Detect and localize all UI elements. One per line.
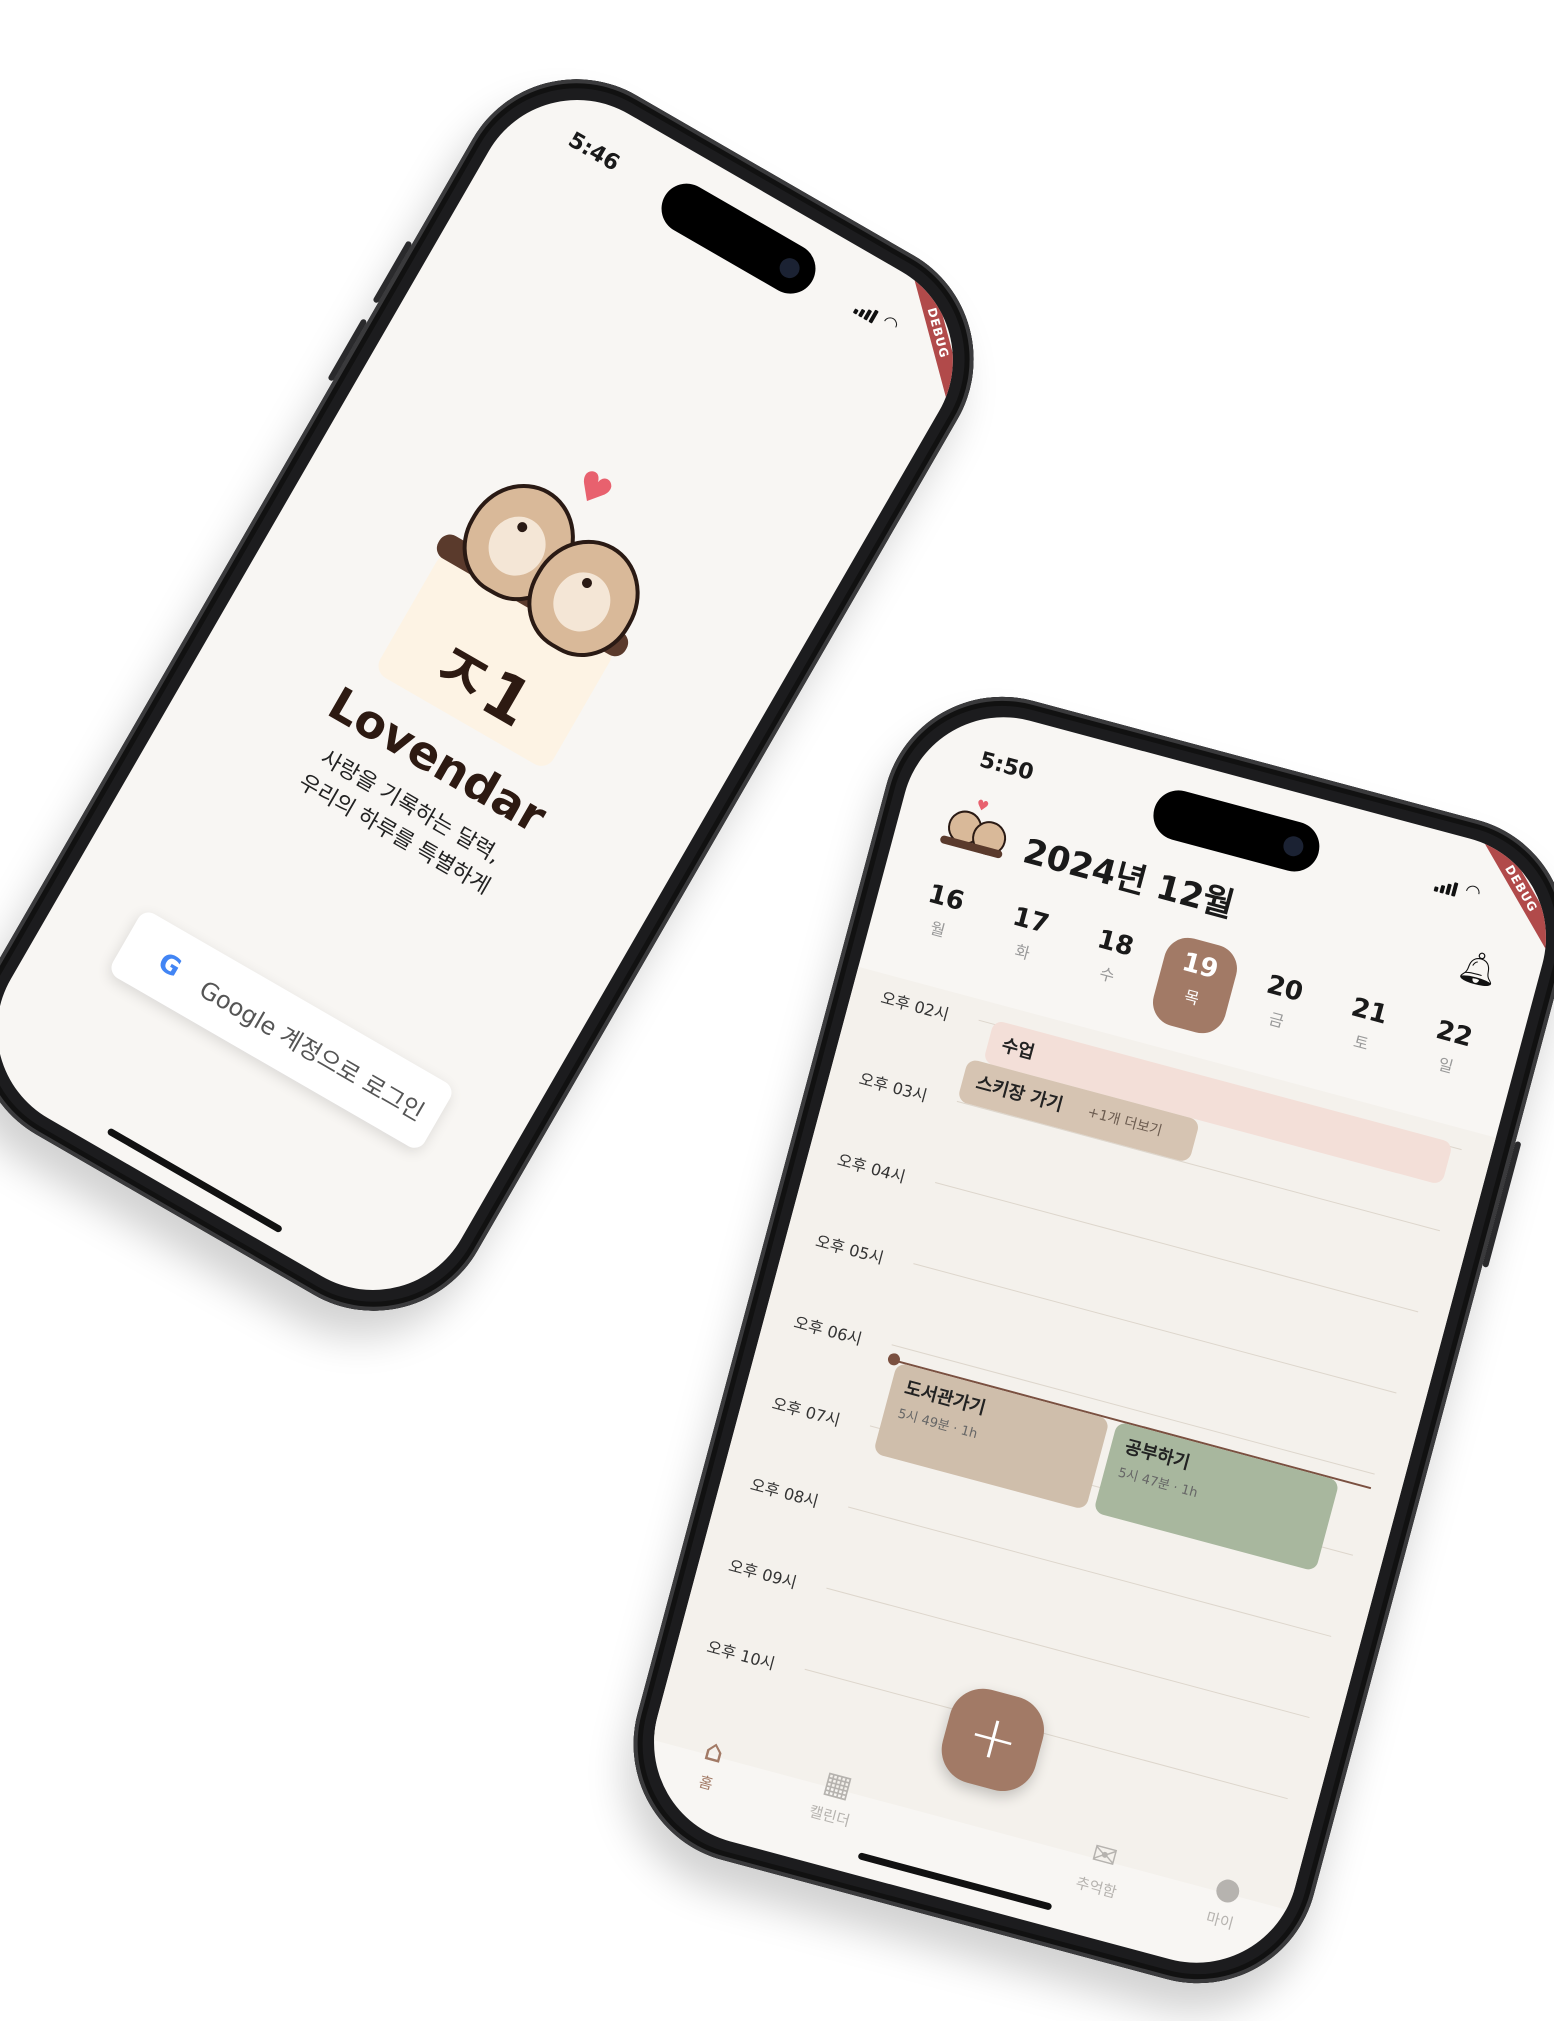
status-icons: ◠ (853, 297, 903, 337)
wifi-icon: ◠ (1462, 879, 1484, 904)
signal-icon (853, 301, 880, 324)
day-cell-20[interactable]: 20 금 (1232, 955, 1327, 1061)
google-icon: G (152, 947, 187, 984)
app-logo-small: ♥ (930, 795, 1019, 873)
phone-calendar: 5:50 ◠ DEBUG ♥ 2024년 12월 🔔︎ 16 월 17 화 18 수 … (606, 669, 1554, 2011)
google-login-button[interactable]: G Google 계정으로 로그인 (107, 908, 456, 1153)
more-events-link[interactable]: +1개 더보기 (1085, 1101, 1164, 1140)
day-cell-22[interactable]: 22 일 (1402, 1001, 1497, 1107)
tab-home[interactable]: ⌂ 홈 (660, 1723, 762, 1804)
calendar-screen: 5:50 ◠ DEBUG ♥ 2024년 12월 🔔︎ 16 월 17 화 18 수 … (631, 694, 1554, 1986)
day-cell-18[interactable]: 18 수 (1063, 910, 1158, 1016)
heart-icon: ♥ (974, 797, 991, 816)
day-cell-16[interactable]: 16 월 (894, 864, 989, 970)
status-icons: ◠ (1433, 874, 1484, 904)
event-title: 수업 (999, 1034, 1037, 1064)
status-time: 5:46 (563, 127, 624, 177)
google-login-label: Google 계정으로 로그인 (194, 974, 430, 1127)
status-bar: 5:46 ◠ (503, 92, 973, 387)
tab-calendar[interactable]: ▦ 캘린더 (783, 1756, 885, 1837)
bell-icon[interactable]: 🔔︎ (1454, 945, 1503, 992)
day-cell-21[interactable]: 21 토 (1317, 978, 1412, 1084)
day-cell-19-selected[interactable]: 19 목 (1147, 932, 1243, 1039)
signal-icon (1433, 878, 1459, 897)
day-cell-17[interactable]: 17 화 (978, 887, 1073, 993)
status-time: 5:50 (976, 747, 1037, 786)
home-indicator[interactable] (106, 1127, 284, 1234)
hour-label: 오후 02시 (878, 988, 951, 1025)
wifi-icon: ◠ (878, 310, 903, 337)
tab-my[interactable]: ● 마이 (1174, 1861, 1276, 1942)
tab-memories[interactable]: ✉ 추억함 (1050, 1828, 1152, 1909)
